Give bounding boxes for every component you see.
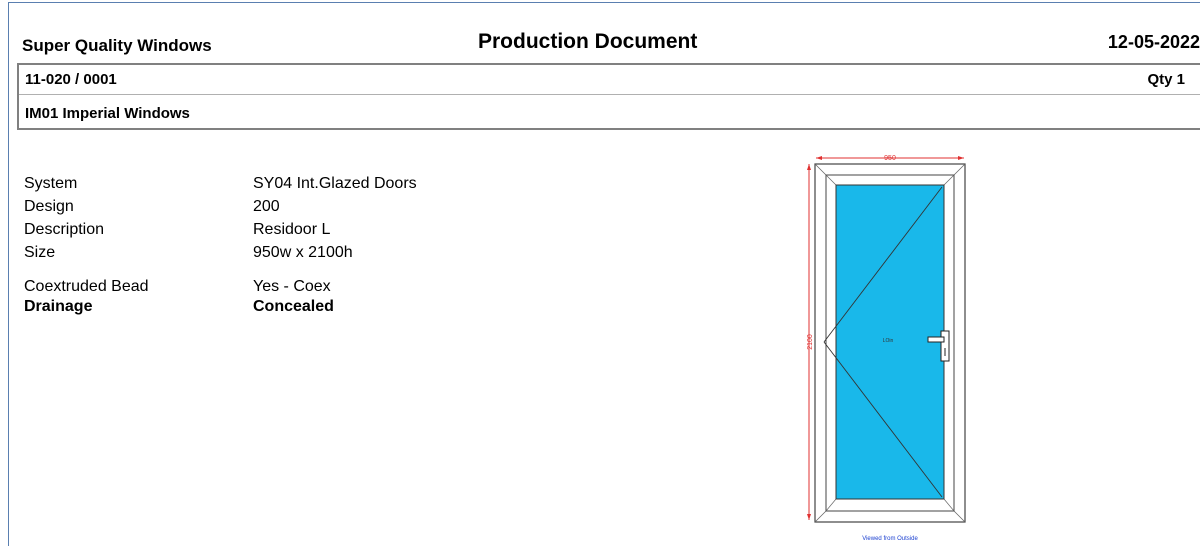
company-name: Super Quality Windows [22,36,212,55]
spec-value-description: Residoor L [253,221,331,238]
spec-value-system: SY04 Int.Glazed Doors [253,175,417,192]
spec-value-size: 950w x 2100h [253,244,353,261]
width-arrow-left [816,156,822,160]
door-drawing: 950 2100 LOin Viewed from Outside [807,155,966,542]
header-divider [19,94,1200,95]
width-dimension-label: 950 [884,155,896,162]
spec-label-drainage: Drainage [24,298,93,315]
document-date: 12-05-2022 [1107,32,1200,52]
height-dimension-label: 2100 [807,334,814,350]
spec-label-description: Description [24,221,105,238]
spec-label-design: Design [24,198,74,215]
spec-value-coextruded-bead: Yes - Coex [253,278,331,295]
spec-value-drainage: Concealed [253,298,334,315]
spec-value-design: 200 [253,198,280,215]
height-arrow-top [807,164,811,170]
handle-lever [927,336,945,343]
quantity: Qty 1 [1147,71,1185,88]
spec-label-coextruded-bead: Coextruded Bead [24,278,149,295]
view-note: Viewed from Outside [862,536,918,542]
handle-plate [940,330,950,362]
job-number: 11-020 / 0001 [25,71,117,88]
spec-label-system: System [24,175,78,192]
height-arrow-bottom [807,514,811,520]
product-name: IM01 Imperial Windows [25,105,190,122]
job-header-box: 11-020 / 0001 Qty 1 IM01 Imperial Window… [17,63,1200,130]
glass-label: LOin [883,338,894,344]
document-title: Production Document [478,30,698,53]
width-arrow-right [958,156,964,160]
spec-label-size: Size [24,244,56,261]
